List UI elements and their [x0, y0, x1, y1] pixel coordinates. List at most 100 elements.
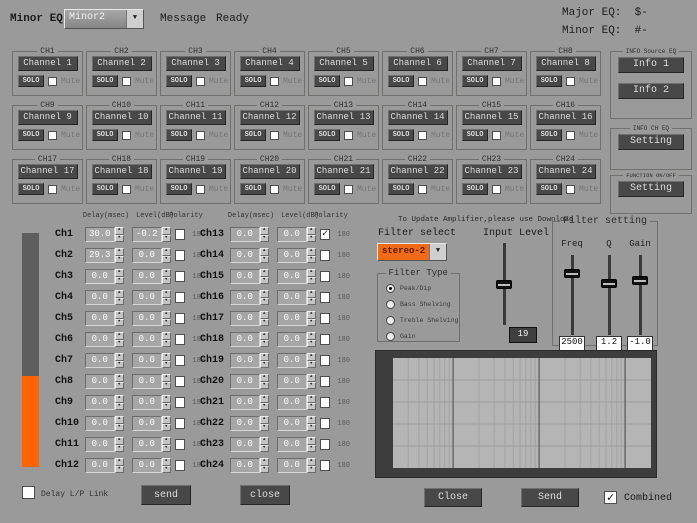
spinner-down-button[interactable]: ▼: [260, 235, 269, 243]
spinner-down-button[interactable]: ▼: [260, 256, 269, 264]
spinner-down-button[interactable]: ▼: [162, 340, 171, 348]
spinner-up-button[interactable]: ▲: [162, 395, 171, 403]
ch24-delay-spinner[interactable]: 0.0▲▼: [230, 458, 269, 473]
spinner-down-button[interactable]: ▼: [162, 382, 171, 390]
ch6-mute-checkbox[interactable]: [418, 77, 427, 86]
spinner-up-button[interactable]: ▲: [115, 248, 124, 256]
gain-slider-thumb[interactable]: [632, 276, 648, 285]
spinner-up-button[interactable]: ▲: [115, 437, 124, 445]
ch4-level-spinner[interactable]: 0.0▲▼: [132, 290, 171, 305]
ch18-mute-checkbox[interactable]: [122, 185, 131, 194]
ch14-delay-spinner[interactable]: 0.0▲▼: [230, 248, 269, 263]
delay-lp-link-checkbox[interactable]: [22, 486, 35, 499]
spinner-up-button[interactable]: ▲: [115, 332, 124, 340]
ch10-level-spinner[interactable]: 0.0▲▼: [132, 416, 171, 431]
close-button[interactable]: Close: [424, 488, 482, 507]
info-1-button[interactable]: Info 1: [618, 57, 684, 73]
close-small-button[interactable]: close: [240, 485, 290, 505]
spinner-up-button[interactable]: ▲: [307, 248, 316, 256]
ch20-button[interactable]: Channel 20: [240, 164, 300, 179]
spinner-up-button[interactable]: ▲: [115, 311, 124, 319]
spinner-up-button[interactable]: ▲: [162, 290, 171, 298]
ch6-level-spinner[interactable]: 0.0▲▼: [132, 332, 171, 347]
ch18-polarity-checkbox[interactable]: [320, 334, 331, 345]
spinner-up-button[interactable]: ▲: [260, 227, 269, 235]
ch7-button[interactable]: Channel 7: [462, 56, 522, 71]
ch17-mute-checkbox[interactable]: [48, 185, 57, 194]
ch1-delay-spinner[interactable]: 30.0▲▼: [85, 227, 124, 242]
spinner-down-button[interactable]: ▼: [307, 235, 316, 243]
freq-slider-thumb[interactable]: [564, 269, 580, 278]
ch8-level-spinner[interactable]: 0.0▲▼: [132, 374, 171, 389]
spinner-up-button[interactable]: ▲: [260, 332, 269, 340]
spinner-up-button[interactable]: ▲: [260, 374, 269, 382]
spinner-up-button[interactable]: ▲: [162, 416, 171, 424]
spinner-up-button[interactable]: ▲: [307, 227, 316, 235]
q-slider-thumb[interactable]: [601, 279, 617, 288]
input-level-slider[interactable]: [496, 243, 512, 325]
spinner-up-button[interactable]: ▲: [162, 269, 171, 277]
ch24-solo-button[interactable]: SOLO: [536, 183, 562, 195]
filter-type-radio-gain[interactable]: [386, 332, 395, 341]
spinner-down-button[interactable]: ▼: [260, 424, 269, 432]
combined-checkbox[interactable]: ✓: [604, 491, 617, 504]
ch9-polarity-checkbox[interactable]: [175, 397, 186, 408]
ch22-solo-button[interactable]: SOLO: [388, 183, 414, 195]
ch6-delay-spinner[interactable]: 0.0▲▼: [85, 332, 124, 347]
ch9-level-spinner[interactable]: 0.0▲▼: [132, 395, 171, 410]
spinner-down-button[interactable]: ▼: [115, 466, 124, 474]
spinner-down-button[interactable]: ▼: [162, 466, 171, 474]
spinner-up-button[interactable]: ▲: [162, 437, 171, 445]
ch19-mute-checkbox[interactable]: [196, 185, 205, 194]
ch9-solo-button[interactable]: SOLO: [18, 129, 44, 141]
spinner-up-button[interactable]: ▲: [307, 374, 316, 382]
gain-slider[interactable]: [632, 255, 648, 335]
spinner-up-button[interactable]: ▲: [162, 458, 171, 466]
spinner-down-button[interactable]: ▼: [115, 382, 124, 390]
ch10-solo-button[interactable]: SOLO: [92, 129, 118, 141]
ch7-solo-button[interactable]: SOLO: [462, 75, 488, 87]
spinner-up-button[interactable]: ▲: [307, 353, 316, 361]
ch21-solo-button[interactable]: SOLO: [314, 183, 340, 195]
spinner-up-button[interactable]: ▲: [115, 269, 124, 277]
ch17-level-spinner[interactable]: 0.0▲▼: [277, 311, 316, 326]
ch14-mute-checkbox[interactable]: [418, 131, 427, 140]
spinner-down-button[interactable]: ▼: [307, 361, 316, 369]
spinner-up-button[interactable]: ▲: [115, 458, 124, 466]
spinner-down-button[interactable]: ▼: [115, 424, 124, 432]
ch2-solo-button[interactable]: SOLO: [92, 75, 118, 87]
ch15-mute-checkbox[interactable]: [492, 131, 501, 140]
ch12-solo-button[interactable]: SOLO: [240, 129, 266, 141]
spinner-down-button[interactable]: ▼: [307, 298, 316, 306]
spinner-up-button[interactable]: ▲: [260, 395, 269, 403]
info-2-button[interactable]: Info 2: [618, 83, 684, 99]
ch15-level-spinner[interactable]: 0.0▲▼: [277, 269, 316, 284]
ch20-delay-spinner[interactable]: 0.0▲▼: [230, 374, 269, 389]
ch11-polarity-checkbox[interactable]: [175, 439, 186, 450]
spinner-up-button[interactable]: ▲: [115, 395, 124, 403]
ch15-button[interactable]: Channel 15: [462, 110, 522, 125]
spinner-up-button[interactable]: ▲: [307, 395, 316, 403]
ch1-level-spinner[interactable]: -0.2▲▼: [132, 227, 171, 242]
spinner-down-button[interactable]: ▼: [260, 445, 269, 453]
spinner-up-button[interactable]: ▲: [260, 458, 269, 466]
ch1-mute-checkbox[interactable]: [48, 77, 57, 86]
ch12-level-spinner[interactable]: 0.0▲▼: [132, 458, 171, 473]
ch22-button[interactable]: Channel 22: [388, 164, 448, 179]
ch4-button[interactable]: Channel 4: [240, 56, 300, 71]
spinner-up-button[interactable]: ▲: [260, 353, 269, 361]
spinner-down-button[interactable]: ▼: [115, 277, 124, 285]
send-small-button[interactable]: send: [141, 485, 191, 505]
spinner-up-button[interactable]: ▲: [260, 290, 269, 298]
ch13-solo-button[interactable]: SOLO: [314, 129, 340, 141]
spinner-down-button[interactable]: ▼: [115, 256, 124, 264]
spinner-down-button[interactable]: ▼: [307, 319, 316, 327]
ch22-delay-spinner[interactable]: 0.0▲▼: [230, 416, 269, 431]
spinner-down-button[interactable]: ▼: [162, 256, 171, 264]
ch3-delay-spinner[interactable]: 0.0▲▼: [85, 269, 124, 284]
ch5-mute-checkbox[interactable]: [344, 77, 353, 86]
spinner-up-button[interactable]: ▲: [162, 311, 171, 319]
ch21-mute-checkbox[interactable]: [344, 185, 353, 194]
filter-type-radio-peak-dip[interactable]: [386, 284, 395, 293]
ch18-button[interactable]: Channel 18: [92, 164, 152, 179]
